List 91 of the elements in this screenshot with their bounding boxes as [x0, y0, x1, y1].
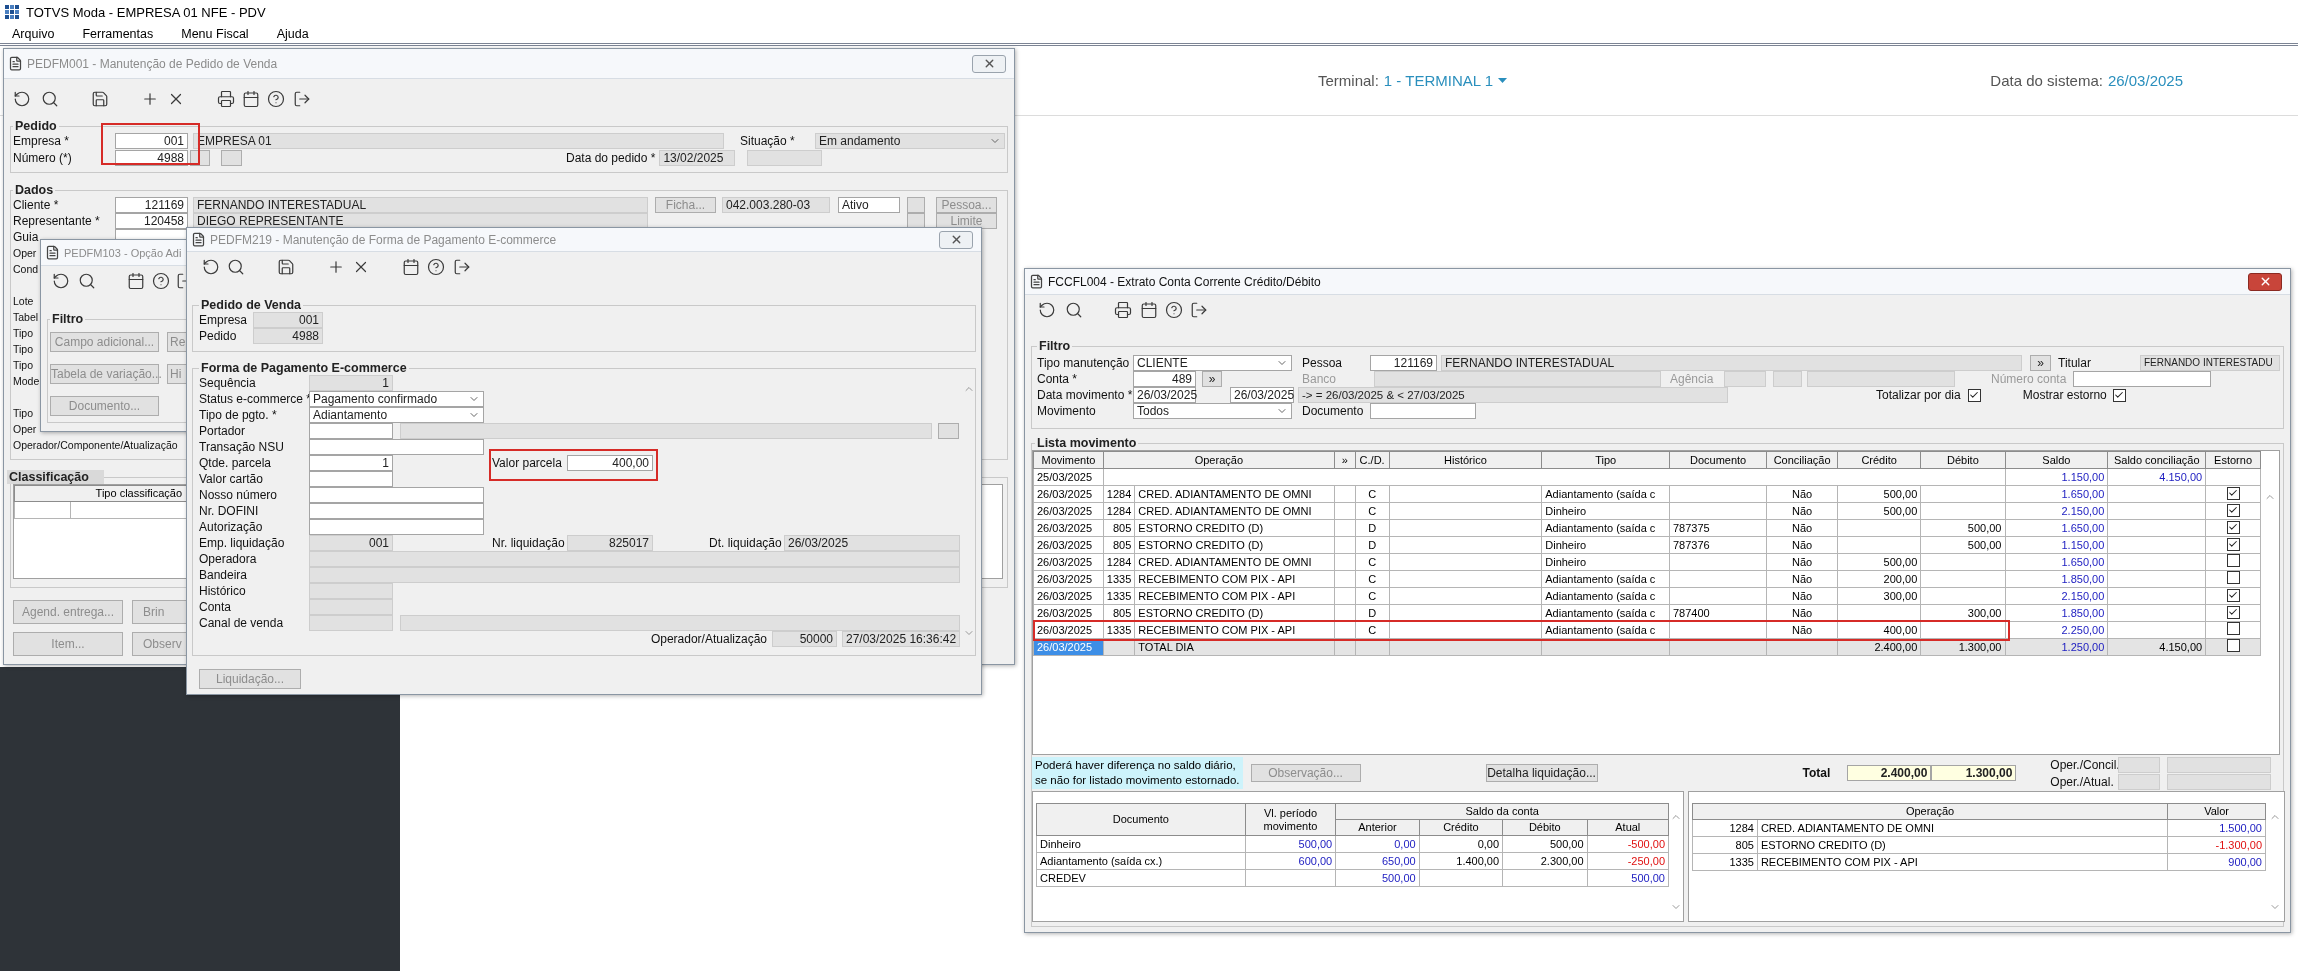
field-label: Operadora [199, 552, 258, 566]
field-label: Data movimento * [1037, 388, 1133, 402]
input-field: 001 [253, 312, 323, 328]
field-label: Guia [13, 230, 40, 244]
field-label: Qtde. parcela [199, 456, 273, 470]
field-label: Valor parcela [492, 456, 563, 470]
window-title: FCCFL004 - Extrato Conta Corrente Crédito/Débito [1048, 274, 1321, 289]
input-field: 825017 [567, 535, 653, 551]
input-field: 4988 [253, 328, 323, 344]
input-field: 1 [309, 375, 393, 391]
field-label: Número (*) [13, 151, 73, 165]
group-title: Pedido de Venda [200, 298, 303, 312]
group-title: Filtro [51, 312, 85, 326]
field-label: Oper [13, 422, 37, 436]
group-title: Classificação [7, 470, 104, 484]
field-label: Canal de venda [199, 616, 285, 630]
input-field: 26/03/2025 [784, 535, 960, 551]
input-field: FERNANDO INTERESTADU [2140, 355, 2280, 371]
input-field: 001 [309, 535, 393, 551]
window-title: PEDFM219 - Manutenção de Forma de Pagamento E-commerce [210, 232, 557, 247]
field-label: Operador/Atualização [650, 632, 767, 646]
column-header: Saldo da conta [1335, 803, 1669, 820]
group-title: Dados [14, 183, 55, 197]
field-label: Empresa * [13, 134, 71, 148]
field-label: Transação NSU [199, 440, 285, 454]
field-label: Tipo manutenção [1037, 356, 1131, 370]
column-header: Operação [1692, 803, 2168, 820]
field-label: Mode [13, 374, 40, 388]
field-label: Titular [2058, 356, 2092, 370]
field-label: Oper./Concil. [2050, 757, 2119, 772]
input-field: FERNANDO INTERESTADUAL [1441, 355, 2022, 371]
field-label: Tipo [13, 326, 34, 340]
field-label: Conta * [1037, 372, 1079, 386]
field-label: Emp. liquidação [199, 536, 286, 550]
input-field: 13/02/2025 [659, 150, 736, 166]
input-field: 27/03/2025 16:36:42 [842, 631, 960, 647]
field-label: Mostrar estorno [2022, 388, 2107, 402]
field-label: Sequência [199, 376, 257, 390]
window-title: PEDFM001 - Manutenção de Pedido de Venda [27, 56, 278, 71]
field-label: Total [1802, 766, 1831, 780]
field-label: Data do pedido * [566, 151, 656, 165]
input-field: FERNANDO INTERESTADUAL [193, 197, 648, 213]
field-label: Conta [199, 600, 233, 614]
field-label: Histórico [199, 584, 247, 598]
input-field: 042.003.280-03 [722, 197, 830, 213]
field-label: Lote [13, 294, 34, 308]
field-label: Tipo de pgto. * [199, 408, 278, 422]
field-label: Oper./Atual. [2050, 774, 2115, 789]
column-header: Tipo classificação [14, 485, 189, 502]
system-date: 26/03/2025 [2107, 72, 2183, 89]
field-label: Cond [13, 262, 39, 276]
app-title: TOTVS Moda - EMPRESA 01 NFE - PDV [26, 4, 266, 20]
field-label: Tipo [13, 406, 34, 420]
input-field: -> = 26/03/2025 & < 27/03/2025 [1298, 387, 1728, 403]
system-date-label: Data do sistema: [1990, 72, 2103, 89]
field-label: Tipo [13, 358, 34, 372]
field-label: Tipo [13, 342, 34, 356]
field-label: Valor cartão [199, 472, 264, 486]
field-label: Nr. DOFINI [199, 504, 260, 518]
field-label: Agência [1670, 372, 1715, 386]
window-title: PEDFM103 - Opção Adi [64, 246, 182, 259]
field-label: Número conta [1991, 372, 2068, 386]
field-label: Movimento [1037, 404, 1097, 418]
field-label: Dt. liquidação [709, 536, 783, 550]
column-header: Documento [1036, 803, 1246, 836]
field-label: Portador [199, 424, 247, 438]
field-label: Operador/Componente/Atualização [13, 438, 178, 452]
terminal-label: Terminal: [1318, 72, 1379, 89]
group-title: Pedido [14, 119, 58, 133]
field-label: Situação * [740, 134, 796, 148]
field-label: Nosso número [199, 488, 279, 502]
field-label: Nr. liquidação [492, 536, 566, 550]
group-title: Filtro [1038, 339, 1072, 353]
field-label: Oper [13, 246, 37, 260]
field-label: Tabel [13, 310, 39, 324]
field-label: Pedido [199, 329, 238, 343]
group-title: Lista movimento [1036, 436, 1138, 450]
input-field: 50000 [772, 631, 837, 647]
field-label: Representante * [13, 214, 101, 228]
field-label: Totalizar por dia [1876, 388, 1961, 402]
field-label: Bandeira [199, 568, 249, 582]
group-title: Forma de Pagamento E-commerce [200, 361, 408, 375]
field-label: Documento [1302, 404, 1365, 418]
column-header: Valor [2167, 803, 2266, 820]
field-label: Cliente * [13, 198, 60, 212]
column-header: Vl. período movimento [1245, 803, 1336, 836]
field-label: Autorização [199, 520, 264, 534]
field-label: Pessoa [1302, 356, 1344, 370]
notice-text: Poderá haver diferença no saldo diário, se não for listado movimento estornado. [1032, 757, 1243, 789]
field-label: Banco [1302, 372, 1338, 386]
field-label: Empresa [199, 313, 249, 327]
